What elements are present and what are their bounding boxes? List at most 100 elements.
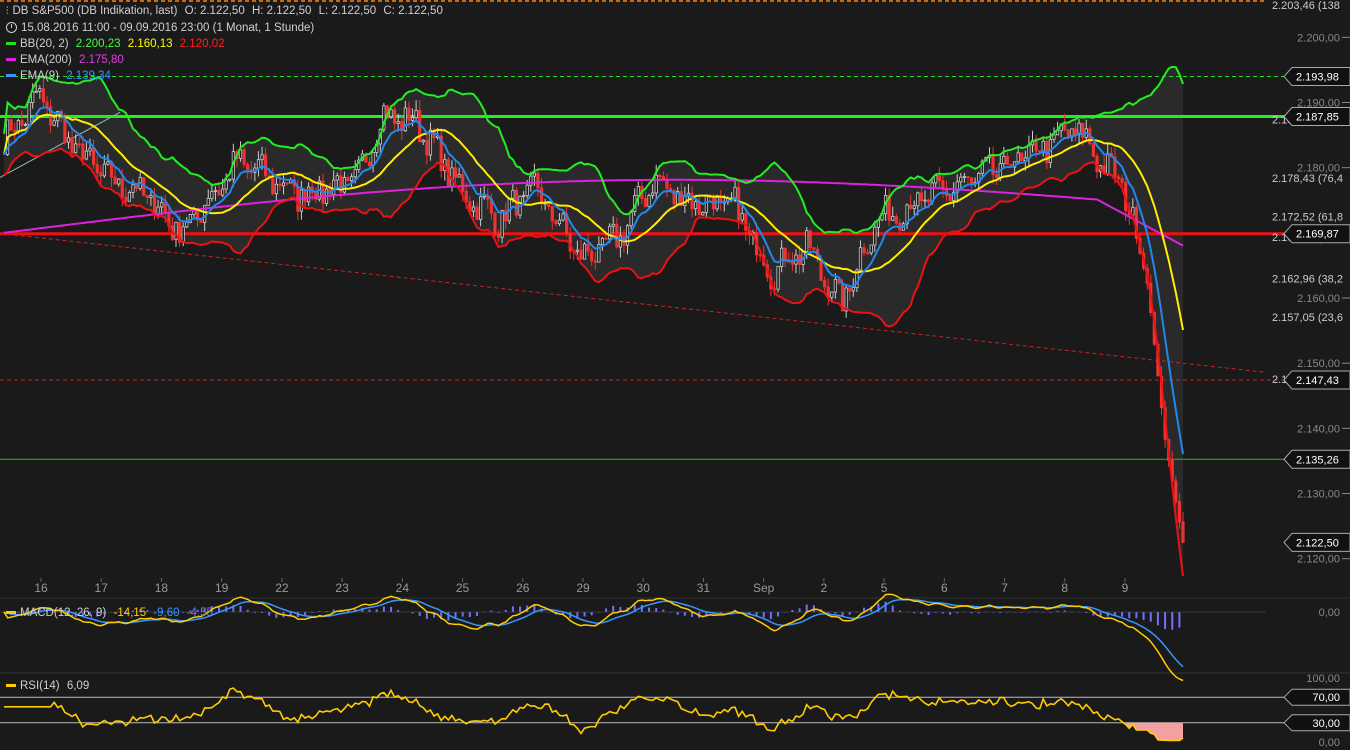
candle-body <box>995 174 999 178</box>
candle-body <box>873 226 877 246</box>
symbol-name: DB S&P500 (DB Indikation, last) <box>12 5 178 17</box>
candle-body <box>228 178 232 181</box>
macd-histogram-bar <box>655 608 658 612</box>
legend-rsi[interactable]: RSI(14) 6,09 <box>6 679 93 693</box>
candle-body <box>482 195 486 198</box>
candle-body <box>608 225 612 240</box>
candle-body <box>833 278 837 293</box>
candle-body <box>181 226 185 243</box>
candle-body <box>554 220 558 225</box>
time-tick-label: 29 <box>576 581 590 595</box>
candle-body <box>894 216 898 224</box>
fib-level-label: 2.157,05 (23,6 <box>1272 312 1343 324</box>
candle-body <box>851 287 855 292</box>
candle-body <box>948 195 952 201</box>
level-badge-label: 2.187,85 <box>1296 112 1339 124</box>
candle-body <box>303 189 307 203</box>
macd-histogram-bar <box>791 609 794 612</box>
ema9-swatch <box>6 74 16 78</box>
candle-body <box>124 196 128 202</box>
macd-histogram-bar <box>1149 612 1152 622</box>
candle-body <box>959 176 963 183</box>
legend-bb[interactable]: BB(20, 2) 2.200,23 2.160,13 2.120,02 <box>6 37 228 51</box>
candle-body <box>647 194 651 207</box>
price-tick-label: 2.120,00 <box>1297 554 1340 566</box>
candle-body <box>457 174 461 178</box>
candle-body <box>1181 521 1185 543</box>
candle-body <box>600 237 605 245</box>
level-badge-label: 2.193,98 <box>1296 72 1339 84</box>
clock-icon <box>6 22 17 34</box>
fib-level-label: 2.178,43 (76,4 <box>1272 173 1343 185</box>
candle-body <box>643 198 648 207</box>
bb-swatch <box>6 42 16 46</box>
candle-body <box>661 176 665 180</box>
ema9-value: 2.139,34 <box>66 70 111 82</box>
time-tick-label: 22 <box>275 581 289 595</box>
candle-body <box>120 178 124 198</box>
legend-ema200[interactable]: EMA(200) 2.175,80 <box>6 53 128 67</box>
macd-histogram-bar <box>447 612 450 621</box>
candle-body <box>830 291 834 298</box>
candle-body <box>281 182 286 187</box>
candle-body <box>260 154 264 161</box>
candle-body <box>27 102 31 125</box>
candle-body <box>525 184 529 197</box>
candle-body <box>210 190 214 199</box>
rsi-tick-label: 70,00 <box>1312 692 1340 704</box>
macd-histogram-bar <box>246 609 249 612</box>
candle-body <box>77 143 81 146</box>
candle-body <box>912 205 916 209</box>
candle-body <box>862 247 866 254</box>
fib-level-label: 2.162,96 (38,2 <box>1272 274 1343 286</box>
candle-body <box>547 202 551 207</box>
macd-tick-label: 0,00 <box>1319 607 1340 619</box>
candle-body <box>790 261 794 265</box>
time-tick-label: 24 <box>396 581 410 595</box>
candle-body <box>335 175 339 181</box>
candle-body <box>812 247 816 250</box>
macd-histogram-bar <box>805 604 808 612</box>
candle-body <box>149 195 153 198</box>
candle-body <box>923 199 927 202</box>
candle-body <box>937 174 941 182</box>
candle-body <box>819 258 823 281</box>
price-tick-label: 2.150,00 <box>1297 358 1340 370</box>
candle-body <box>575 249 579 252</box>
macd-histogram-bar <box>590 612 593 616</box>
time-tick-label: 31 <box>697 581 711 595</box>
candle-body <box>332 179 336 195</box>
macd-histogram-bar <box>454 612 457 619</box>
chart-type-icon[interactable]: ⫶ <box>6 5 9 19</box>
candle-body <box>199 219 203 223</box>
legend-ema9[interactable]: EMA(9) 2.139,34 <box>6 69 115 83</box>
candle-body <box>367 161 372 167</box>
candle-body <box>697 201 701 216</box>
candle-body <box>823 280 827 288</box>
time-tick-label: 17 <box>95 581 109 595</box>
time-tick-label: Sep <box>753 581 775 595</box>
candle-body <box>264 154 268 177</box>
candle-body <box>1174 480 1178 502</box>
candle-body <box>1073 128 1078 135</box>
period-line: 15.08.2016 11:00 - 09.09.2016 23:00 (1 M… <box>6 21 318 35</box>
candle-body <box>654 174 658 194</box>
macd-histogram-bar <box>382 606 385 612</box>
macd-histogram-bar <box>640 604 643 612</box>
candle-body <box>52 120 56 126</box>
time-tick-label: 26 <box>516 581 530 595</box>
candle-body <box>20 120 24 126</box>
candle-body <box>1106 153 1110 174</box>
candle-body <box>969 177 974 184</box>
time-tick-label: 7 <box>1001 581 1008 595</box>
level-badge-label: 2.135,26 <box>1296 454 1339 466</box>
candle-body <box>550 206 554 222</box>
candle-body <box>285 182 289 185</box>
macd-histogram-bar <box>519 606 522 612</box>
candle-body <box>1041 140 1045 152</box>
candle-body <box>1066 129 1070 138</box>
price-tick-label: 2.200,00 <box>1297 32 1340 44</box>
time-tick-label: 18 <box>155 581 169 595</box>
candle-body <box>618 235 622 248</box>
legend-macd[interactable]: MACD(12, 26, 9) -14,15 -9,60 -4,55 <box>6 606 217 620</box>
